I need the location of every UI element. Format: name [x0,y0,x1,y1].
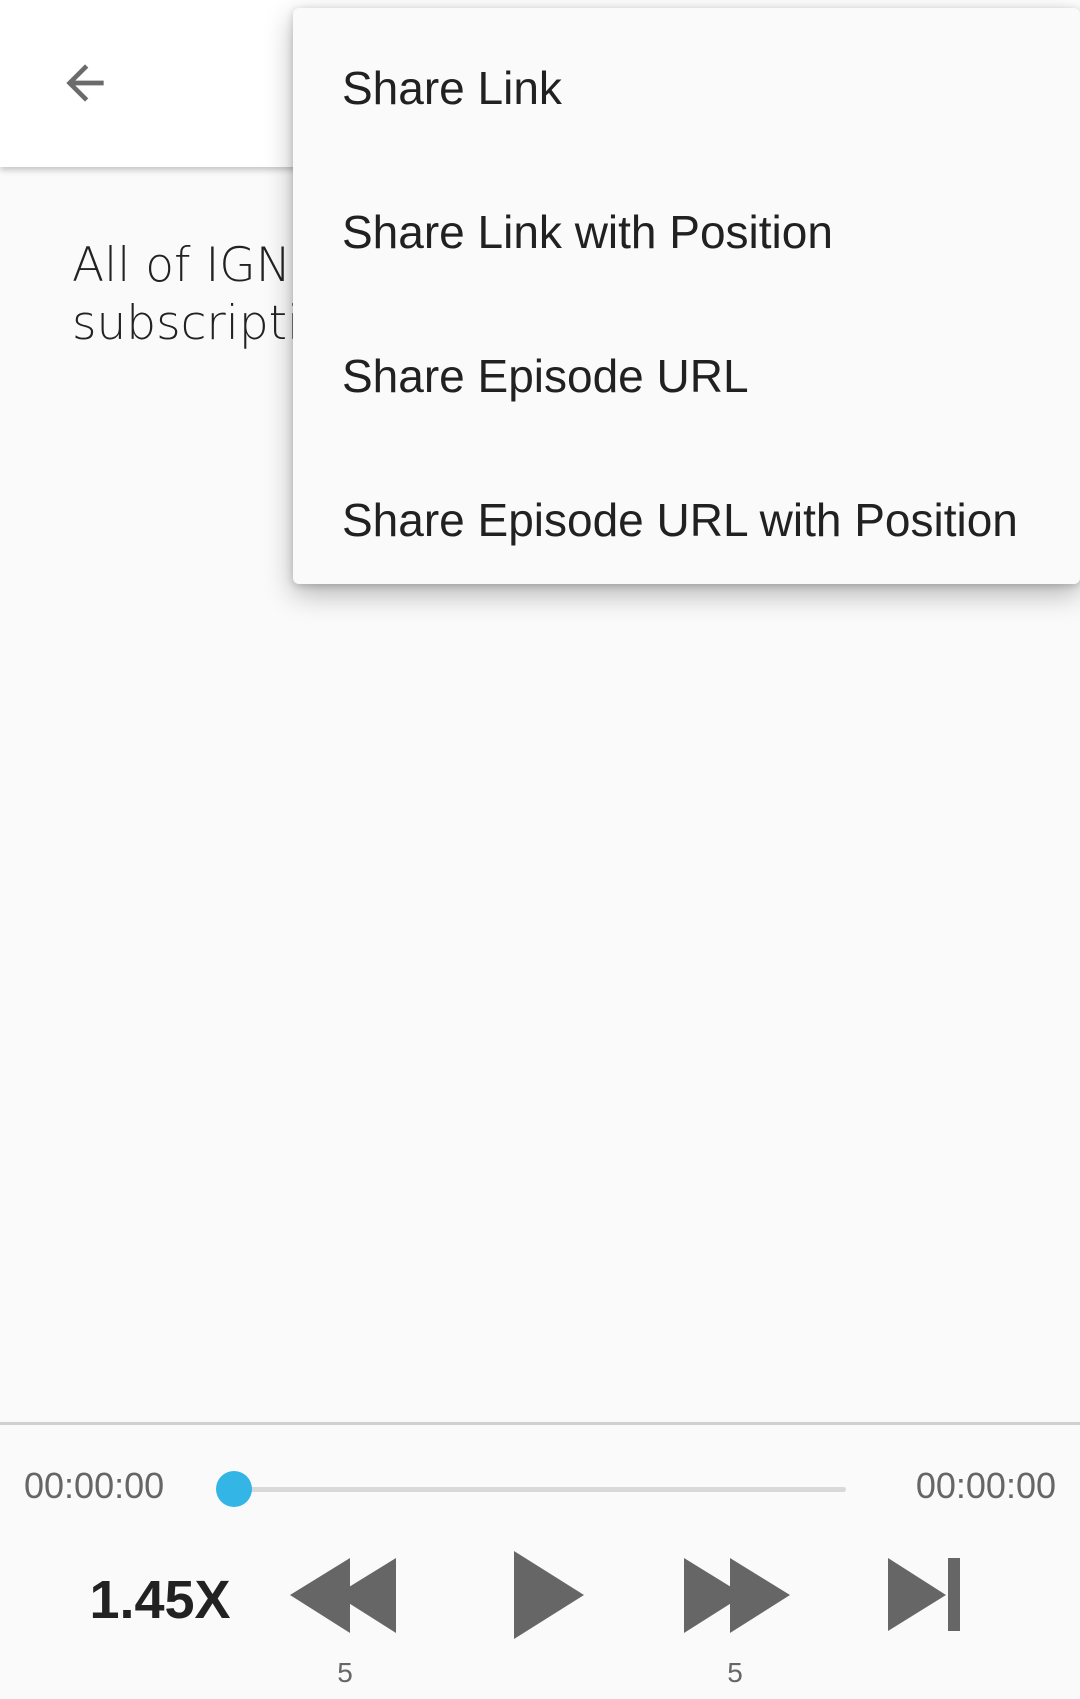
play-icon [514,1551,584,1639]
menu-item-share-episode-url-with-position[interactable]: Share Episode URL with Position [293,448,1080,592]
play-button[interactable] [500,1543,600,1653]
menu-item-share-link[interactable]: Share Link [293,16,1080,160]
share-menu: Share Link Share Link with Position Shar… [293,8,1080,584]
rewind-button[interactable]: 5 [280,1543,410,1693]
seek-bar[interactable] [216,1471,846,1507]
seek-thumb[interactable] [216,1471,252,1507]
skip-next-icon [888,1558,960,1631]
player-controls: 00:00:00 00:00:00 1.45X 5 5 [0,1422,1080,1699]
forward-seconds-label: 5 [727,1657,743,1688]
menu-item-share-episode-url[interactable]: Share Episode URL [293,304,1080,448]
arrow-left-icon [66,64,104,102]
back-button[interactable] [40,38,130,128]
skip-next-button[interactable] [880,1543,980,1653]
total-time: 00:00:00 [915,1465,1056,1506]
menu-item-share-link-with-position[interactable]: Share Link with Position [293,160,1080,304]
elapsed-time: 00:00:00 [24,1465,165,1506]
seek-track [234,1487,846,1492]
playback-speed-button[interactable]: 1.45X [70,1555,250,1645]
fast-forward-button[interactable]: 5 [670,1543,800,1693]
rewind-seconds-label: 5 [337,1657,353,1688]
fast-forward-icon [684,1558,790,1633]
rewind-icon [290,1558,396,1633]
